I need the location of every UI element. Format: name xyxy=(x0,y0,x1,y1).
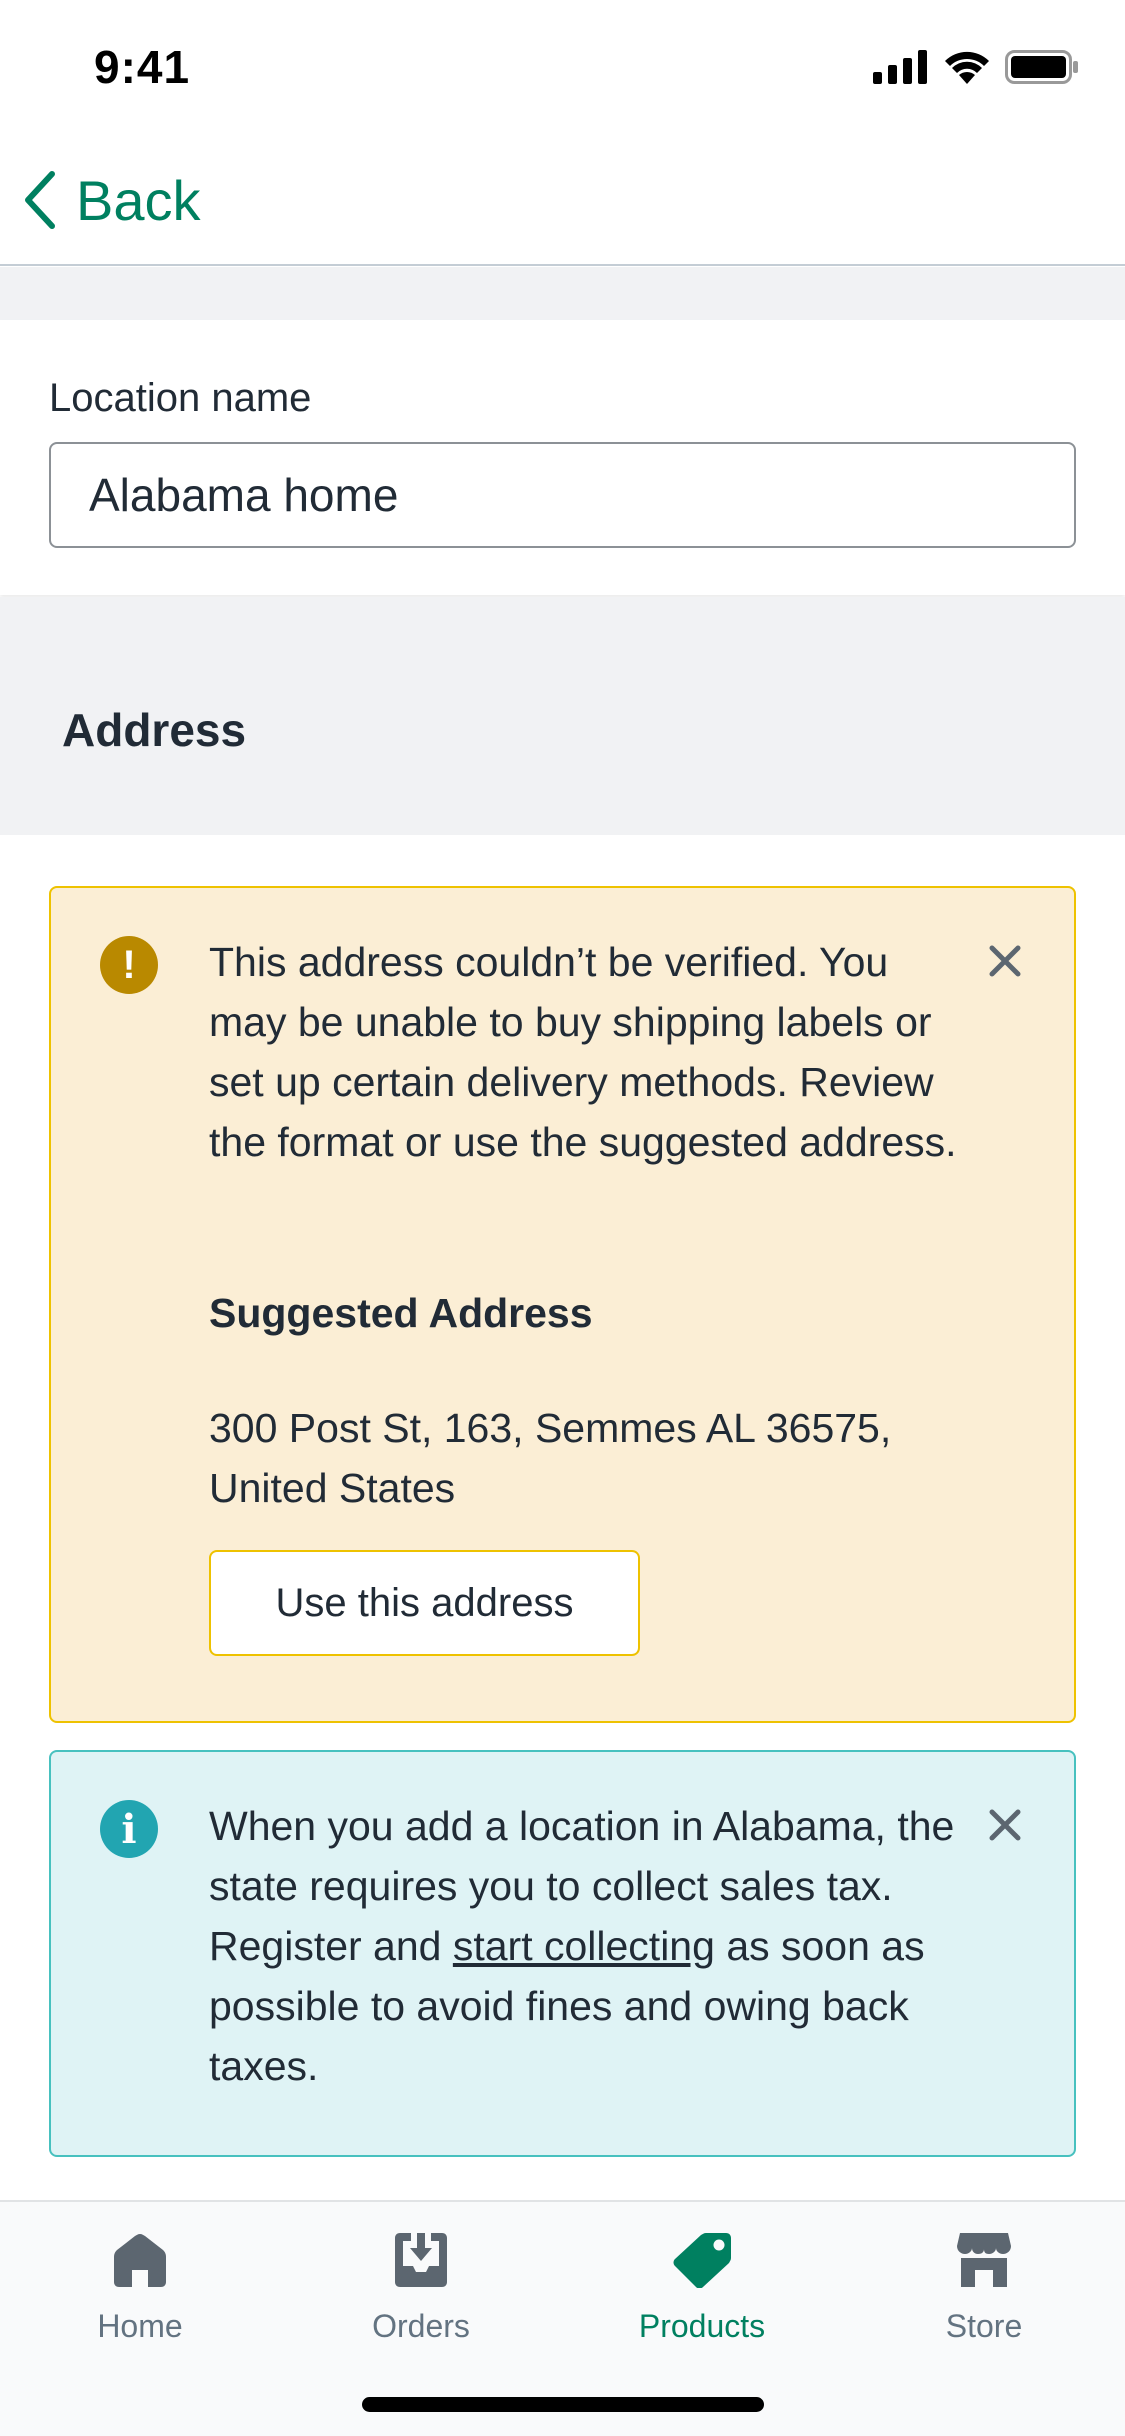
location-name-label: Location name xyxy=(49,376,312,420)
chevron-left-icon xyxy=(25,171,55,229)
tab-label: Products xyxy=(638,2308,766,2344)
back-button[interactable]: Back xyxy=(22,165,201,235)
battery-icon xyxy=(1005,50,1078,84)
section-divider xyxy=(0,267,1125,320)
start-collecting-link[interactable]: start collecting xyxy=(453,1923,715,1969)
tab-label: Store xyxy=(945,2308,1023,2344)
status-time: 9:41 xyxy=(94,41,191,93)
store-icon xyxy=(957,2233,1011,2287)
back-label: Back xyxy=(76,168,201,232)
wifi-icon xyxy=(945,51,989,84)
warning-message: This address couldn’t be verified. You m… xyxy=(209,939,957,1165)
use-this-address-button[interactable]: Use this address xyxy=(209,1550,640,1656)
info-message: When you add a location in Alabama, the … xyxy=(209,1796,969,2096)
tab-home[interactable]: Home xyxy=(40,2232,240,2345)
tab-products[interactable]: Products xyxy=(602,2232,802,2345)
location-name-card: Location name xyxy=(0,320,1125,595)
home-icon xyxy=(114,2234,166,2287)
address-section-header: Address xyxy=(0,597,1125,835)
tab-label: Orders xyxy=(372,2308,470,2344)
tab-store[interactable]: Store xyxy=(884,2232,1084,2345)
sales-tax-info-banner: i When you add a location in Alabama, th… xyxy=(49,1750,1076,2157)
info-icon: i xyxy=(100,1800,158,1858)
cellular-signal-icon xyxy=(873,50,927,84)
close-icon[interactable] xyxy=(984,940,1026,982)
tab-label: Home xyxy=(97,2308,183,2344)
close-icon[interactable] xyxy=(984,1804,1026,1846)
suggested-address-text: 300 Post St, 163, Semmes AL 36575, Unite… xyxy=(209,1405,892,1511)
orders-icon xyxy=(395,2233,447,2287)
home-indicator[interactable] xyxy=(362,2397,764,2412)
tab-orders[interactable]: Orders xyxy=(321,2232,521,2345)
status-icons xyxy=(873,50,1079,84)
location-name-input[interactable] xyxy=(49,442,1076,548)
address-section-title: Address xyxy=(62,704,247,756)
tag-icon xyxy=(673,2233,731,2288)
alert-icon: ! xyxy=(100,936,158,994)
navigation-bar: Back xyxy=(0,135,1125,266)
status-bar: 9:41 xyxy=(0,0,1125,135)
address-warning-banner: ! This address couldn’t be verified. You… xyxy=(49,886,1076,1723)
suggested-address-title: Suggested Address xyxy=(209,1290,593,1336)
screen: 9:41 Back Location name Alabama home Add… xyxy=(0,0,1125,2436)
